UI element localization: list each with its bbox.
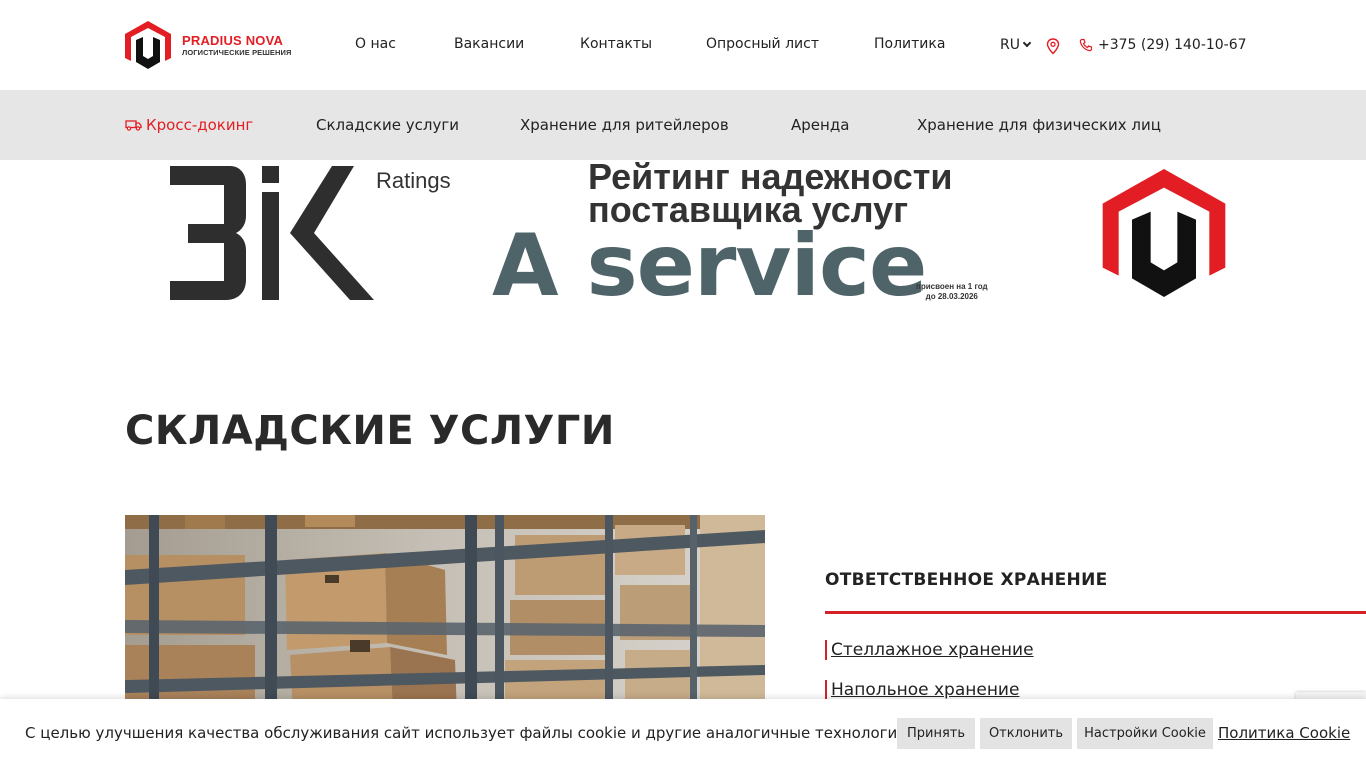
top-nav-questionnaire[interactable]: Опросный лист: [706, 36, 819, 52]
services-nav-rent[interactable]: Аренда: [791, 116, 849, 134]
ratings-word: Ratings: [376, 168, 451, 193]
cookie-policy-link[interactable]: Политика Cookie: [1218, 724, 1350, 742]
logo-mark-icon: [1102, 169, 1226, 297]
side-menu-item-rack-storage[interactable]: Стеллажное хранение: [825, 640, 1034, 660]
services-nav-cross-docking[interactable]: Кросс-докинг: [125, 116, 253, 134]
side-menu-item-floor-storage[interactable]: Напольное хранение: [825, 680, 1019, 700]
brand-tagline: ЛОГИСТИЧЕСКИЕ РЕШЕНИЯ: [182, 47, 292, 57]
site-logo[interactable]: PRADIUS NOVA ЛОГИСТИЧЕСКИЕ РЕШЕНИЯ: [124, 20, 292, 70]
site-header: PRADIUS NOVA ЛОГИСТИЧЕСКИЕ РЕШЕНИЯ О нас…: [0, 0, 1366, 90]
bik-ratings-logo: [170, 166, 374, 300]
chevron-down-icon: [1022, 38, 1032, 48]
rating-validity-line1: присвоен на 1 год: [916, 282, 988, 291]
top-nav-contacts[interactable]: Контакты: [580, 36, 652, 52]
rating-grade: A service: [492, 216, 927, 316]
language-label: RU: [1000, 37, 1020, 53]
brand-name: PRADIUS NOVA: [182, 32, 284, 48]
services-nav: Кросс-докинг Складские услуги Хранение д…: [0, 90, 1366, 160]
side-menu-title: ОТВЕТСТВЕННОЕ ХРАНЕНИЕ: [825, 570, 1108, 590]
side-menu-divider: [825, 611, 1366, 614]
map-pin-icon[interactable]: [1046, 38, 1060, 55]
truck-icon: [125, 120, 142, 131]
rating-validity-line2: до 28.03.2026: [925, 292, 978, 301]
warehouse-photo: [125, 515, 765, 715]
rating-banner[interactable]: Ratings Рейтинг надежности поставщика ус…: [136, 159, 1236, 314]
language-selector[interactable]: RU: [1000, 37, 1032, 53]
cookie-decline-button[interactable]: Отклонить: [980, 718, 1072, 749]
cookie-settings-button[interactable]: Настройки Cookie: [1077, 718, 1213, 749]
page-title: СКЛАДСКИЕ УСЛУГИ: [125, 408, 615, 454]
services-nav-retail-storage[interactable]: Хранение для ритейлеров: [520, 116, 729, 134]
phone-icon: [1079, 38, 1093, 52]
logo-mark-icon: [125, 21, 171, 69]
top-nav-policy[interactable]: Политика: [874, 36, 945, 52]
services-nav-label: Кросс-докинг: [146, 116, 254, 134]
services-nav-private-storage[interactable]: Хранение для физических лиц: [917, 116, 1161, 134]
cookie-notice-text: С целью улучшения качества обслуживания …: [25, 724, 912, 742]
top-nav-vacancies[interactable]: Вакансии: [454, 36, 524, 52]
cookie-accept-button[interactable]: Принять: [897, 718, 975, 749]
phone-link[interactable]: +375 (29) 140-10-67: [1079, 37, 1247, 53]
phone-number: +375 (29) 140-10-67: [1098, 37, 1247, 53]
rating-validity: присвоен на 1 год до 28.03.2026: [916, 282, 988, 302]
top-nav-about[interactable]: О нас: [355, 36, 396, 52]
services-nav-warehouse[interactable]: Складские услуги: [316, 116, 459, 134]
cookie-banner: С целью улучшения качества обслуживания …: [0, 699, 1366, 768]
